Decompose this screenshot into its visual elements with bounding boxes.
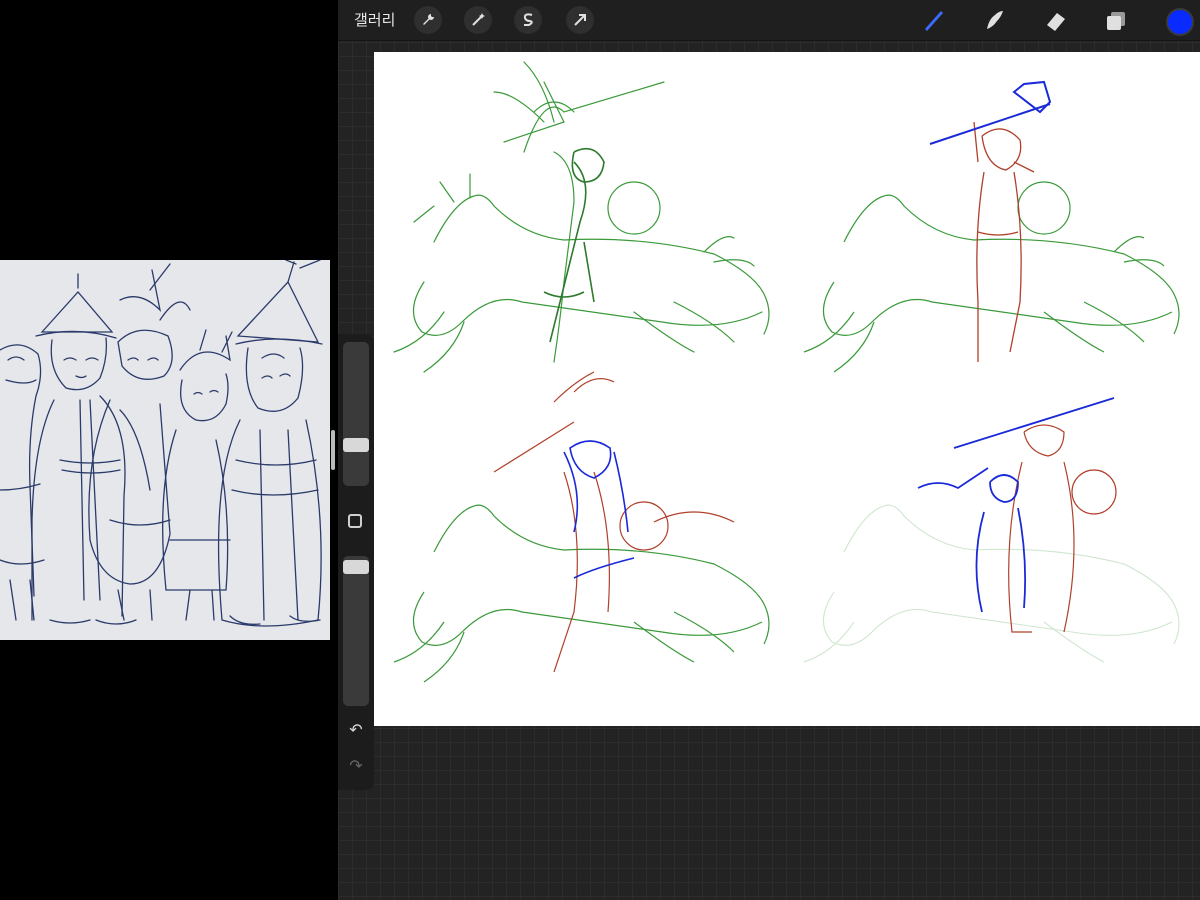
- sketch-3-head: [563, 440, 635, 579]
- sketch-3-figure: [493, 371, 735, 673]
- sketch-2: [803, 181, 1180, 373]
- layers-icon[interactable]: [1102, 6, 1130, 34]
- modify-button[interactable]: [348, 514, 362, 528]
- opacity-thumb[interactable]: [343, 560, 369, 574]
- reference-image: [0, 260, 330, 640]
- brush-icon[interactable]: [920, 6, 948, 34]
- magic-wand-icon[interactable]: [464, 6, 492, 34]
- procreate-app: 갤러리: [338, 0, 1200, 900]
- wrench-icon[interactable]: [414, 6, 442, 34]
- redo-icon[interactable]: ↷: [346, 756, 366, 776]
- gallery-button[interactable]: 갤러리: [354, 9, 395, 30]
- sketch-2-axe: [929, 80, 1052, 145]
- sketch-4-figure-blue: [917, 397, 1115, 613]
- drawing-canvas[interactable]: [374, 52, 1200, 726]
- brush-sidebar: ↶ ↷: [338, 334, 374, 790]
- sketch-4-horse: [803, 504, 1180, 663]
- smudge-icon[interactable]: [980, 6, 1008, 34]
- brush-size-thumb[interactable]: [343, 438, 369, 452]
- sidebar-drag-handle[interactable]: [331, 430, 335, 470]
- transform-arrow-icon[interactable]: [566, 6, 594, 34]
- eraser-icon[interactable]: [1042, 6, 1070, 34]
- reference-sketch: [0, 260, 323, 627]
- opacity-slider[interactable]: [343, 556, 369, 706]
- sketch-3: [393, 504, 770, 683]
- undo-icon[interactable]: ↶: [346, 720, 366, 740]
- brush-size-slider[interactable]: [343, 342, 369, 486]
- canvas-sketch: [393, 61, 1180, 683]
- color-picker-button[interactable]: [1166, 8, 1194, 36]
- top-toolbar: 갤러리: [338, 0, 1200, 41]
- selection-icon[interactable]: [514, 6, 542, 34]
- sketch-2-figure: [973, 121, 1035, 362]
